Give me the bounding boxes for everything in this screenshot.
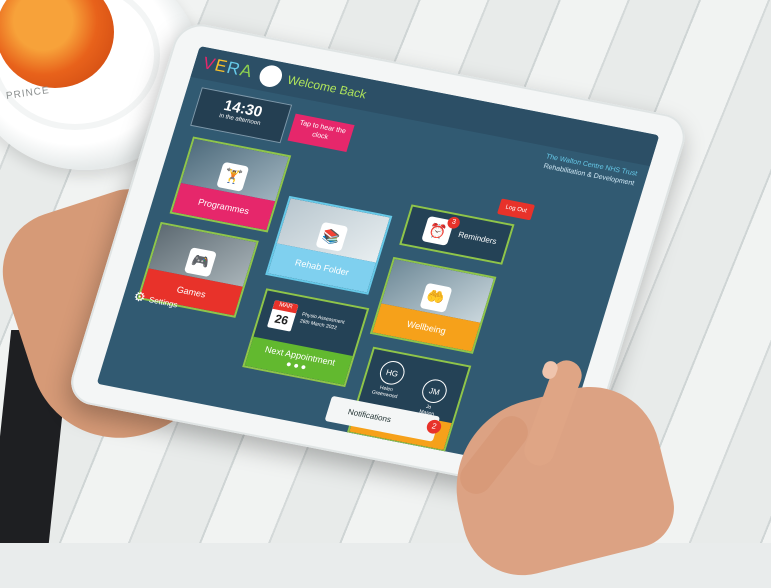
appointment-label: Next Appointment ●●●	[244, 337, 353, 385]
tile-wellbeing[interactable]: 🤲 Wellbeing	[369, 256, 497, 354]
team-member-name: Helen Greenwood	[370, 384, 399, 401]
reminders-label: Reminders	[457, 230, 498, 247]
calendar-day: 26	[272, 311, 291, 328]
team-member-initials: JM	[419, 377, 450, 406]
tea	[0, 0, 114, 88]
cup-brand: PRINCE	[5, 85, 51, 102]
tile-next-appointment[interactable]: MAR 26 Physio Assessment 26th March 2022…	[242, 288, 370, 388]
tile-programmes[interactable]: 🏋 Programmes	[169, 136, 292, 233]
clock-display: 14:30 in the afternoon	[190, 87, 293, 144]
team-member-initials: HG	[376, 358, 408, 387]
avatar[interactable]	[257, 63, 286, 89]
gear-icon: ⚙	[131, 288, 148, 306]
welcome-text: Welcome Back	[285, 72, 369, 102]
logout-button[interactable]: Log Out	[496, 198, 536, 221]
tile-rehab-folder[interactable]: 📚 Rehab Folder	[265, 195, 393, 295]
settings-label: Settings	[147, 294, 179, 309]
hear-clock-button[interactable]: Tap to hear the clock	[287, 113, 355, 152]
appointment-details: Physio Assessment 26th March 2022	[298, 311, 346, 332]
app-logo: VERA	[200, 53, 256, 82]
calendar-icon: MAR 26	[266, 300, 299, 332]
